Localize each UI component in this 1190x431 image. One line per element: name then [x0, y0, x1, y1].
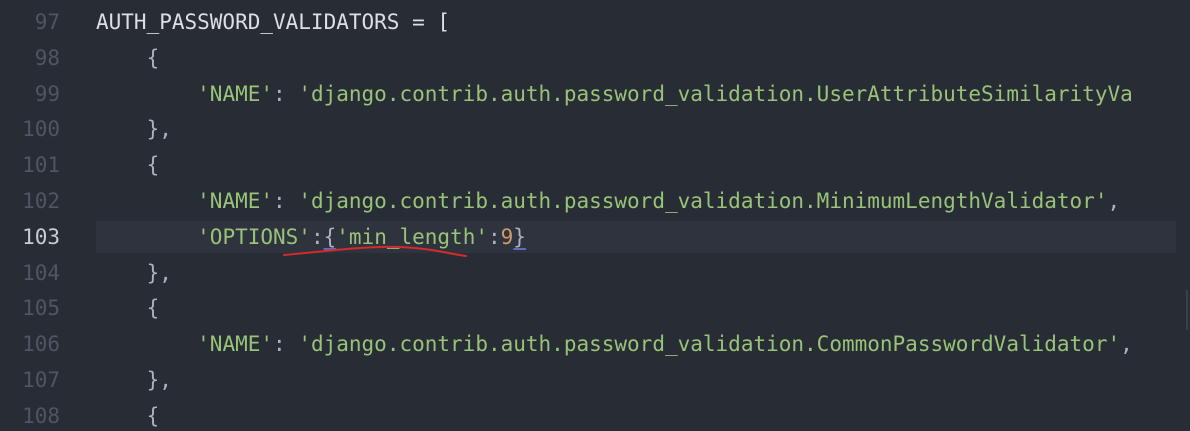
code-token: 'NAME'	[197, 81, 274, 106]
code-token: 'django.contrib.auth.password_validation…	[298, 332, 1121, 357]
code-token: 'NAME'	[197, 189, 274, 213]
line-code: 'NAME': 'django.contrib.auth.password_va…	[96, 76, 1133, 112]
code-token: 'django.contrib.auth.password_validation…	[298, 189, 1108, 213]
code-line[interactable]: 97 AUTH_PASSWORD_VALIDATORS = [	[0, 4, 1190, 40]
code-token: },	[96, 260, 172, 285]
code-editor[interactable]: 97 AUTH_PASSWORD_VALIDATORS = [98 {99 'NA…	[0, 0, 1190, 431]
line-code: {	[96, 147, 160, 183]
code-line[interactable]: 101 {	[0, 147, 1190, 183]
code-token: ,	[1107, 189, 1121, 213]
line-number: 106	[22, 332, 60, 357]
code-line[interactable]: 99 'NAME': 'django.contrib.auth.password…	[0, 76, 1190, 112]
code-token: {	[323, 224, 337, 249]
code-token: {	[96, 45, 160, 70]
code-token: {	[96, 403, 160, 428]
code-line[interactable]: 104 },	[0, 255, 1190, 291]
line-code: {	[96, 290, 160, 326]
line-number: 105	[22, 296, 60, 321]
line-number: 97	[34, 10, 60, 34]
code-token: :	[310, 224, 324, 249]
line-number: 100	[22, 117, 60, 142]
line-code: {	[96, 40, 160, 76]
code-line[interactable]: 100 },	[0, 111, 1190, 147]
code-token: :	[273, 81, 299, 106]
code-token: AUTH_PASSWORD_VALIDATORS = [	[96, 10, 451, 34]
code-line[interactable]: 106 'NAME': 'django.contrib.auth.passwor…	[0, 326, 1190, 362]
line-number: 103	[22, 224, 60, 249]
code-token: },	[96, 117, 172, 142]
line-number: 99	[34, 81, 60, 106]
line-number: 108	[22, 403, 60, 428]
code-token: 9	[500, 224, 514, 249]
line-code: {	[96, 398, 160, 431]
code-token: 'django.contrib.auth.password_validation…	[298, 81, 1133, 106]
line-code: },	[96, 255, 172, 291]
code-token: 'min_length'	[336, 224, 488, 249]
line-code: AUTH_PASSWORD_VALIDATORS = [	[96, 4, 450, 40]
line-code: },	[96, 362, 172, 398]
line-code: 'NAME': 'django.contrib.auth.password_va…	[96, 183, 1120, 219]
code-token: }	[513, 224, 526, 249]
code-token: 'NAME'	[197, 332, 274, 357]
code-token: 'OPTIONS'	[197, 224, 311, 249]
code-token: :	[273, 189, 299, 213]
vertical-scrollbar[interactable]	[1178, 0, 1188, 431]
code-line[interactable]: 108 {	[0, 398, 1190, 431]
code-line[interactable]: 105 {	[0, 290, 1190, 326]
code-token: ,	[1120, 332, 1133, 357]
code-line[interactable]: 98 {	[0, 40, 1190, 76]
scrollbar-thumb[interactable]	[1186, 290, 1188, 330]
code-token: {	[96, 153, 160, 178]
code-token: :	[273, 332, 299, 357]
line-number: 98	[34, 45, 60, 70]
line-number: 107	[22, 368, 60, 392]
code-token: {	[96, 296, 160, 321]
code-line-active[interactable]: 103 'OPTIONS':{'min_length':9}	[0, 219, 1190, 255]
code-token: },	[96, 368, 172, 392]
line-number: 101	[22, 153, 60, 178]
code-token: :	[487, 224, 501, 249]
line-code: 'OPTIONS':{'min_length':9}	[96, 219, 526, 255]
line-code: },	[96, 111, 172, 147]
line-number: 102	[22, 189, 60, 213]
code-line[interactable]: 107 },	[0, 362, 1190, 398]
line-number: 104	[22, 260, 60, 285]
line-code: 'NAME': 'django.contrib.auth.password_va…	[96, 326, 1133, 362]
code-line[interactable]: 102 'NAME': 'django.contrib.auth.passwor…	[0, 183, 1190, 219]
